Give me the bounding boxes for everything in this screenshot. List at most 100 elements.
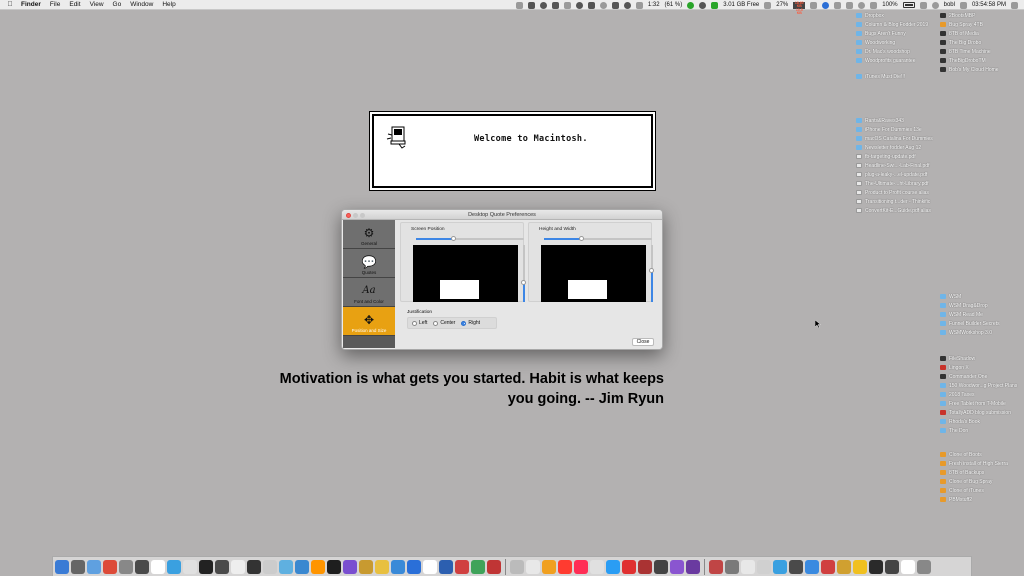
- status-app-icon[interactable]: [539, 1, 547, 9]
- status-app-icon[interactable]: [623, 1, 631, 9]
- desktop-item[interactable]: Transitioning t...der - Thinkific: [856, 197, 933, 206]
- desktop-item[interactable]: Clone of Bug Spray: [940, 477, 1008, 486]
- dock-app-icon[interactable]: [183, 559, 197, 574]
- dock-app-icon[interactable]: [471, 559, 485, 574]
- dock-app-icon[interactable]: [391, 559, 405, 574]
- dock-app-icon[interactable]: [622, 559, 636, 574]
- desktop-item[interactable]: Commander One: [940, 372, 1017, 381]
- dock-app-icon[interactable]: [654, 559, 668, 574]
- menu-view[interactable]: View: [90, 1, 104, 8]
- desktop-item[interactable]: 2BootsMBP: [940, 11, 999, 20]
- desktop-item[interactable]: The-Ultimate-...ht-Library.pdf: [856, 179, 933, 188]
- status-app-icon[interactable]: [563, 1, 571, 9]
- desktop-item[interactable]: Clone of iTunes: [940, 486, 1008, 495]
- desktop-item[interactable]: Dropbox: [856, 11, 928, 20]
- desktop-item[interactable]: PBMstuff2: [940, 495, 1008, 504]
- dock-app-icon[interactable]: [295, 559, 309, 574]
- dock-app-icon[interactable]: [375, 559, 389, 574]
- dock-app-icon[interactable]: [741, 559, 755, 574]
- status-app-icon[interactable]: [635, 1, 643, 9]
- dock-app-icon[interactable]: [439, 559, 453, 574]
- width-slider[interactable]: [544, 236, 652, 241]
- flag-icon[interactable]: [919, 1, 927, 9]
- status-app-icon[interactable]: [599, 1, 607, 9]
- user-name[interactable]: bobl: [944, 2, 955, 8]
- dock-app-icon[interactable]: [837, 559, 851, 574]
- dock-app-icon[interactable]: [199, 559, 213, 574]
- desktop-item[interactable]: Bugs Aren't Funny: [856, 29, 928, 38]
- desktop-item[interactable]: FileShadow: [940, 354, 1017, 363]
- dock-app-icon[interactable]: [558, 559, 572, 574]
- desktop-item[interactable]: 8TB Time Machine: [940, 47, 999, 56]
- disk-icon[interactable]: [711, 1, 719, 9]
- desktop-item[interactable]: Woodprofits guarantee: [856, 56, 928, 65]
- desktop-item[interactable]: fb-targeting-update.pdf: [856, 152, 933, 161]
- battery-icon[interactable]: [902, 2, 915, 8]
- dock-app-icon[interactable]: [853, 559, 867, 574]
- desktop-item[interactable]: WSMWorkshop 3.0: [940, 328, 1000, 337]
- desktop-item[interactable]: iPhone For Dummies 13e: [856, 125, 933, 134]
- status-app-icon[interactable]: [699, 1, 707, 9]
- desktop-item[interactable]: Bob's My Cloud Home: [940, 65, 999, 74]
- close-button[interactable]: Close: [632, 338, 654, 346]
- dock-app-icon[interactable]: [917, 559, 931, 574]
- dock-app-icon[interactable]: [821, 559, 835, 574]
- desktop-item[interactable]: Column & Blog Fodder 2019: [856, 20, 928, 29]
- slider-knob[interactable]: [451, 236, 457, 241]
- desktop-item[interactable]: Product to Profit course alias: [856, 188, 933, 197]
- window-titlebar[interactable]: Desktop Quote Preferences: [342, 210, 662, 220]
- dock-app-icon[interactable]: [526, 559, 540, 574]
- thermometer-icon[interactable]: [764, 1, 772, 9]
- dock-app-icon[interactable]: [773, 559, 787, 574]
- desktop-item[interactable]: ConvertKit-E...Guide.pdf alias: [856, 206, 933, 215]
- menu-finder[interactable]: Finder: [21, 1, 41, 8]
- dock-app-icon[interactable]: [606, 559, 620, 574]
- dock-app-icon[interactable]: [263, 559, 277, 574]
- desktop-item[interactable]: TheBigDroboTM: [940, 56, 999, 65]
- slider-knob[interactable]: [521, 279, 526, 285]
- dock-app-icon[interactable]: [510, 559, 524, 574]
- dock-app-icon[interactable]: [247, 559, 261, 574]
- desktop-item[interactable]: Funnel Builder Secrets: [940, 319, 1000, 328]
- dock-app-icon[interactable]: [725, 559, 739, 574]
- sidebar-item-font-and-color[interactable]: Aa Font and Color: [343, 278, 395, 307]
- netstat-badge[interactable]: 18.60 KB 19.5 KB: [793, 1, 806, 15]
- dock-app-icon[interactable]: [151, 559, 165, 574]
- desktop-item[interactable]: macOS Catalina For Dummies: [856, 134, 933, 143]
- desktop-item[interactable]: Rhoda's Book: [940, 417, 1017, 426]
- desktop-item[interactable]: plug-a-leaky-...el-update.pdf: [856, 170, 933, 179]
- dock-app-icon[interactable]: [407, 559, 421, 574]
- slider-knob[interactable]: [579, 236, 585, 241]
- dock-app-icon[interactable]: [311, 559, 325, 574]
- desktop-item[interactable]: WSM Read Me: [940, 310, 1000, 319]
- display-icon[interactable]: [870, 1, 878, 9]
- desktop-item[interactable]: Bug Spray 4TB: [940, 20, 999, 29]
- notification-center-icon[interactable]: [1011, 1, 1018, 9]
- desktop-item[interactable]: Headline-Swi...-Lab-Final.pdf: [856, 161, 933, 170]
- dock-app-icon[interactable]: [231, 559, 245, 574]
- dock-app-icon[interactable]: [885, 559, 899, 574]
- justify-center-radio[interactable]: Center: [433, 320, 455, 326]
- menu-file[interactable]: File: [50, 1, 60, 8]
- desktop-item[interactable]: iTunes Must Die!!!: [856, 72, 905, 81]
- clock-text[interactable]: 03:54:58 PM: [972, 2, 1006, 8]
- dock-app-icon[interactable]: [135, 559, 149, 574]
- dock-app-icon[interactable]: [686, 559, 700, 574]
- slider-knob[interactable]: [649, 268, 654, 274]
- dock-app-icon[interactable]: [423, 559, 437, 574]
- screen-position-horizontal-slider[interactable]: [416, 236, 524, 241]
- status-app-icon[interactable]: [587, 1, 595, 9]
- desktop-item[interactable]: The Big Drobo: [940, 38, 999, 47]
- desktop-item[interactable]: Fresh install of High Sierra: [940, 459, 1008, 468]
- dock-app-icon[interactable]: [638, 559, 652, 574]
- menu-help[interactable]: Help: [162, 1, 175, 8]
- sidebar-item-general[interactable]: ⚙ General: [343, 220, 395, 249]
- status-app-icon[interactable]: [822, 1, 830, 9]
- dock-app-icon[interactable]: [327, 559, 341, 574]
- apple-menu-icon[interactable]: : [5, 1, 15, 8]
- desktop-item[interactable]: WSM Drag&Drop: [940, 301, 1000, 310]
- siri-icon[interactable]: [959, 1, 967, 9]
- dock-app-icon[interactable]: [71, 559, 85, 574]
- dock-app-icon[interactable]: [55, 559, 69, 574]
- sidebar-item-position-and-size[interactable]: ✥ Position and Size: [343, 307, 395, 336]
